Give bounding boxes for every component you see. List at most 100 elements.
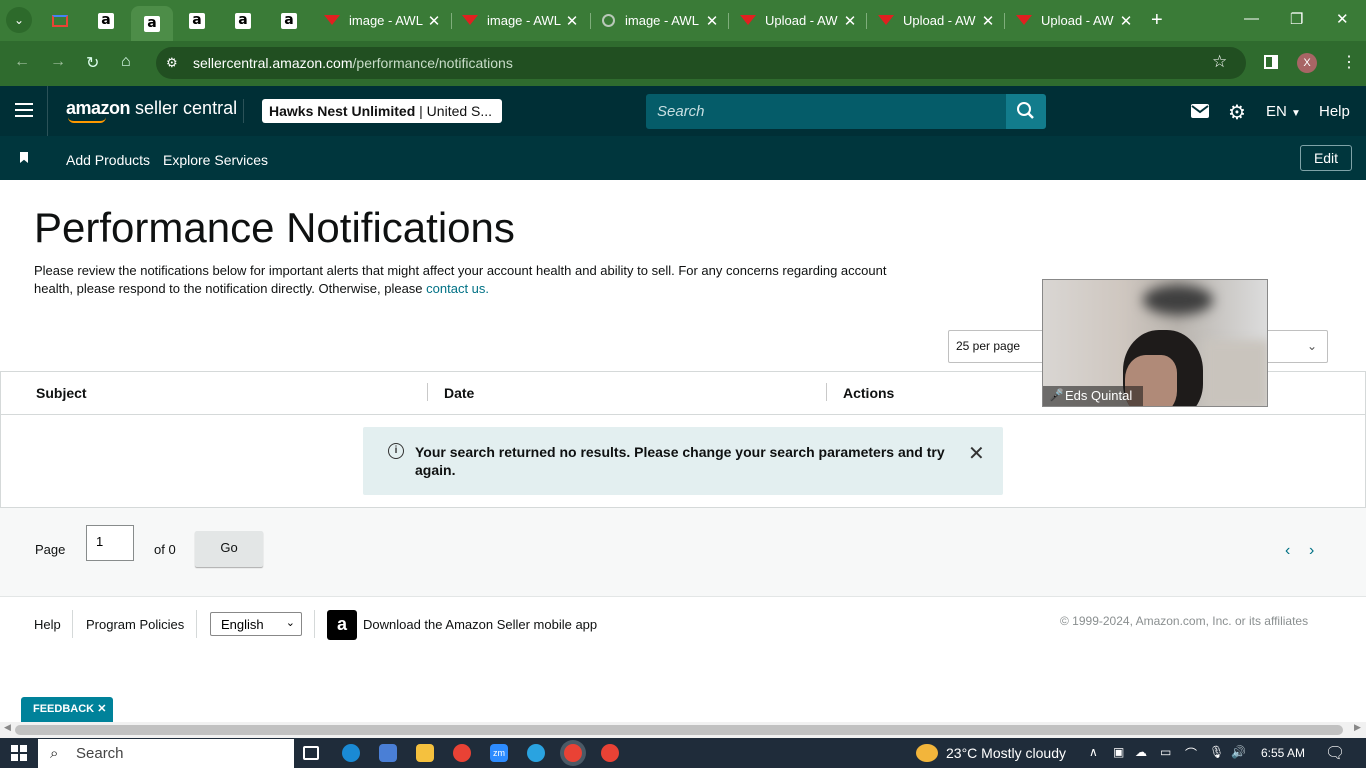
seller-central-logo[interactable]: amazon seller central <box>66 98 237 123</box>
tab-close-icon[interactable]: ✕ <box>979 12 997 30</box>
wifi-icon[interactable]: ⌒ <box>1185 745 1197 762</box>
close-icon[interactable]: ✕ <box>968 441 985 466</box>
forward-icon[interactable]: → <box>50 53 66 71</box>
tab-amazon-3[interactable]: a <box>178 6 216 35</box>
divider <box>47 86 48 136</box>
windows-start-icon[interactable] <box>11 745 27 761</box>
side-panel-icon[interactable] <box>1264 55 1278 69</box>
store-selector[interactable]: Hawks Nest Unlimited | United S... <box>262 99 502 123</box>
battery-icon[interactable]: ▭ <box>1160 745 1171 759</box>
home-icon[interactable]: ⌂ <box>121 53 131 71</box>
column-header-subject[interactable]: Subject <box>36 385 87 401</box>
footer-language-select[interactable]: English ⌄ <box>210 612 302 636</box>
close-window-icon[interactable]: ✕ <box>1336 10 1349 28</box>
amazon-icon: a <box>98 12 114 29</box>
nav-explore-services[interactable]: Explore Services <box>163 152 268 168</box>
settings-gear-icon[interactable]: ⚙ <box>1228 100 1246 125</box>
browser-menu-icon[interactable]: ⋮ <box>1341 52 1357 72</box>
tab-image-awl-1[interactable]: image - AWL ✕ <box>314 6 451 35</box>
tab-image-awl-2[interactable]: image - AWL ✕ <box>452 6 589 35</box>
tab-amazon-1[interactable]: a <box>87 6 125 35</box>
profile-avatar[interactable]: X <box>1297 53 1317 73</box>
seller-app-icon[interactable]: a <box>327 610 357 640</box>
header-search-input[interactable]: Search <box>646 94 1007 129</box>
chevron-right-icon[interactable]: › <box>1309 542 1314 560</box>
download-app-link[interactable]: Download the Amazon Seller mobile app <box>363 617 597 632</box>
amazon-icon: a <box>281 12 297 29</box>
language-selector[interactable]: EN ▼ <box>1266 103 1301 120</box>
scrollbar-thumb[interactable] <box>15 725 1343 735</box>
back-icon[interactable]: ← <box>14 53 30 71</box>
edge-icon[interactable] <box>342 744 360 762</box>
reload-icon[interactable]: ↻ <box>86 53 99 73</box>
divider <box>243 99 244 123</box>
search-button[interactable] <box>1006 94 1046 129</box>
tab-close-icon[interactable]: ✕ <box>703 12 721 30</box>
awl-icon <box>878 14 894 27</box>
url-host: sellercentral.amazon.com <box>193 55 353 71</box>
url-path: /performance/notifications <box>352 55 513 71</box>
url-text[interactable]: sellercentral.amazon.com/performance/not… <box>193 55 513 71</box>
bookmark-star-icon[interactable]: ☆ <box>1212 52 1227 72</box>
column-separator <box>427 383 428 401</box>
contact-us-link[interactable]: contact us. <box>426 281 489 296</box>
tab-label: Upload - AW <box>903 13 976 28</box>
chevron-left-icon[interactable]: ‹ <box>1285 542 1290 560</box>
tab-amazon-4[interactable]: a <box>224 6 262 35</box>
footer-divider <box>72 610 73 638</box>
awl-icon <box>740 14 756 27</box>
zoom-icon[interactable]: zm <box>490 744 508 762</box>
file-explorer-icon[interactable] <box>416 744 434 762</box>
mail-icon[interactable] <box>1191 104 1209 118</box>
tab-amazon-active[interactable]: a <box>131 6 173 41</box>
restore-icon[interactable]: ❐ <box>1290 10 1303 28</box>
task-view-icon[interactable] <box>303 746 319 760</box>
volume-icon[interactable]: 🔊 <box>1231 745 1246 759</box>
telegram-icon[interactable] <box>527 744 545 762</box>
microphone-icon[interactable]: 🎙 <box>1209 745 1224 759</box>
tab-close-icon[interactable]: ✕ <box>841 12 859 30</box>
store-icon[interactable] <box>379 744 397 762</box>
minimize-icon[interactable]: — <box>1244 10 1259 27</box>
tab-image-awl-3[interactable]: image - AWL ✕ <box>592 6 729 35</box>
scroll-right-icon[interactable]: ▶ <box>1354 722 1361 733</box>
hamburger-menu-icon[interactable] <box>15 103 33 117</box>
tab-close-icon[interactable]: ✕ <box>563 12 581 30</box>
site-info-icon[interactable]: ⚙ <box>166 55 178 71</box>
column-header-date[interactable]: Date <box>444 385 474 401</box>
clock[interactable]: 6:55 AM <box>1261 746 1305 760</box>
tab-upload-aw-3[interactable]: Upload - AW ✕ <box>1006 6 1143 35</box>
tab-upload-aw-2[interactable]: Upload - AW ✕ <box>868 6 1005 35</box>
weather-icon[interactable] <box>916 744 938 762</box>
footer-program-policies-link[interactable]: Program Policies <box>86 617 184 632</box>
info-icon: i <box>388 443 404 459</box>
weather-text[interactable]: 23°C Mostly cloudy <box>946 745 1066 761</box>
feedback-button[interactable]: FEEDBACK ✕ <box>21 697 113 722</box>
chrome-icon[interactable] <box>453 744 471 762</box>
edit-nav-button[interactable]: Edit <box>1300 145 1352 171</box>
tab-close-icon[interactable]: ✕ <box>1117 12 1135 30</box>
video-call-overlay[interactable]: Eds Quintal 🎤 <box>1042 279 1268 407</box>
page-number-input[interactable]: 1 <box>86 525 134 561</box>
tab-gmail[interactable] <box>41 6 79 35</box>
nav-add-products[interactable]: Add Products <box>66 152 150 168</box>
taskbar-search[interactable]: ⌕ Search <box>38 739 294 768</box>
chrome-active-icon[interactable] <box>564 744 582 762</box>
help-link[interactable]: Help <box>1319 103 1350 120</box>
tab-close-icon[interactable]: ✕ <box>425 12 443 30</box>
go-button[interactable]: Go <box>195 531 263 567</box>
new-tab-icon[interactable]: + <box>1151 9 1163 32</box>
close-icon[interactable]: ✕ <box>97 703 106 715</box>
tray-chevron-icon[interactable]: ∧ <box>1089 745 1098 759</box>
meet-icon[interactable]: ▣ <box>1113 745 1124 759</box>
chrome-profile-icon[interactable] <box>601 744 619 762</box>
amazon-smile-icon <box>68 117 106 123</box>
tab-search-button[interactable]: ⌄ <box>6 7 32 33</box>
scroll-left-icon[interactable]: ◀ <box>4 722 11 733</box>
footer-help-link[interactable]: Help <box>34 617 61 632</box>
onedrive-icon[interactable]: ☁ <box>1135 745 1147 759</box>
tab-amazon-5[interactable]: a <box>270 6 308 35</box>
tab-upload-aw-1[interactable]: Upload - AW ✕ <box>730 6 867 35</box>
copyright-text: © 1999-2024, Amazon.com, Inc. or its aff… <box>1060 614 1309 628</box>
notifications-icon[interactable]: 🗨 <box>1325 743 1345 763</box>
